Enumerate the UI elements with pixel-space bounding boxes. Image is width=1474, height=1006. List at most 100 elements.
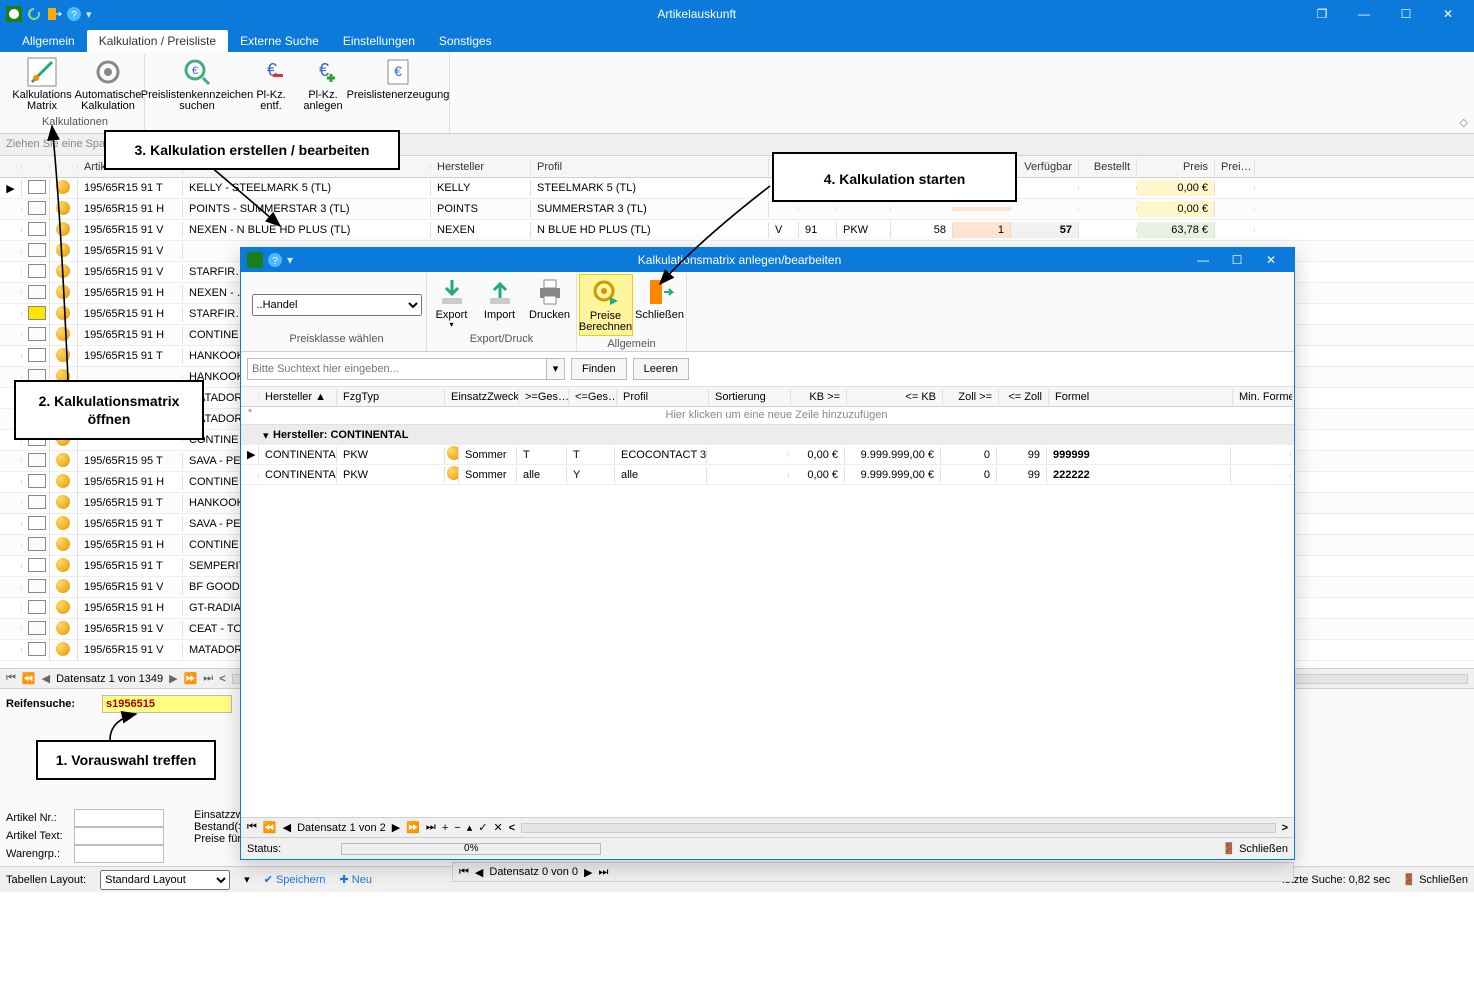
dcol-sortierung[interactable]: Sortierung	[709, 389, 791, 405]
dnav-add-icon[interactable]: +	[442, 822, 448, 834]
dnav-remove-icon[interactable]: −	[454, 822, 460, 834]
reifensuche-input[interactable]	[102, 695, 232, 713]
nav2-next-icon[interactable]: ▶	[584, 866, 592, 879]
table-row[interactable]: ▶195/65R15 91 TKELLY - STEELMARK 5 (TL)K…	[0, 178, 1474, 199]
nav-scroll-left[interactable]: <	[219, 673, 225, 685]
col-preis[interactable]: Preis	[1137, 159, 1215, 175]
export-button[interactable]: Export▾	[429, 274, 475, 331]
nav-last-icon[interactable]: ⏭	[203, 672, 213, 685]
dcol-fzgtyp[interactable]: FzgTyp	[337, 389, 445, 405]
preise-berechnen-button[interactable]: Preise Berechnen	[579, 274, 633, 336]
search-dropdown-icon[interactable]: ▾	[547, 358, 565, 380]
dialog-h-scrollbar[interactable]	[521, 823, 1275, 833]
table-row[interactable]: 195/65R15 91 VNEXEN - N BLUE HD PLUS (TL…	[0, 220, 1474, 241]
help-icon[interactable]: ?	[66, 6, 82, 22]
nav2-first-icon[interactable]: ⏮	[459, 866, 469, 879]
dnav-prev-icon[interactable]: ◀	[283, 821, 291, 834]
col-status[interactable]	[50, 165, 78, 169]
finden-button[interactable]: Finden	[571, 358, 627, 380]
close-button[interactable]: ✕	[1428, 7, 1468, 21]
dnav-scroll-left[interactable]: <	[509, 822, 515, 834]
col-profil[interactable]: Profil	[531, 159, 769, 175]
help-icon[interactable]: ?	[267, 252, 283, 268]
drucken-button[interactable]: Drucken	[525, 274, 575, 331]
tab-sonstiges[interactable]: Sonstiges	[427, 30, 504, 52]
nav-prev-icon[interactable]: ◀	[42, 672, 50, 685]
preislistenkennzeichen-suchen-button[interactable]: € Preislistenkennzeichen suchen	[149, 54, 245, 114]
new-row-hint[interactable]: Hier klicken um eine neue Zeile hinzuzuf…	[259, 407, 1294, 425]
dnav-next-icon[interactable]: ▶	[392, 821, 400, 834]
button-label: Pl-Kz. entf.	[249, 90, 293, 112]
import-button[interactable]: Import	[477, 274, 523, 331]
table-row[interactable]: 195/65R15 91 HPOINTS - SUMMERSTAR 3 (TL)…	[0, 199, 1474, 220]
save-button[interactable]: ✔ Speichern	[264, 873, 326, 886]
restore-icon[interactable]: ❐	[1302, 7, 1342, 21]
dcol-ges-max[interactable]: <=Ges…	[569, 389, 617, 405]
dialog-close-button[interactable]: 🚪 Schließen	[1222, 842, 1288, 855]
table-row[interactable]: CONTINENTALPKWSommeralleYalle0,00 €9.999…	[241, 465, 1294, 485]
dialog-maximize[interactable]: ☐	[1220, 253, 1254, 267]
minimize-button[interactable]: —	[1344, 7, 1384, 21]
nav2-last-icon[interactable]: ⏭	[599, 866, 609, 879]
dcol-ges-min[interactable]: >=Ges…	[519, 389, 569, 405]
artikeltext-input[interactable]	[74, 827, 164, 845]
group-row-hersteller[interactable]: ▾ Hersteller: CONTINENTAL	[241, 425, 1294, 445]
col-preis2[interactable]: Prei…	[1215, 159, 1255, 175]
layout-select[interactable]: Standard Layout	[100, 870, 230, 890]
dcol-zoll-min[interactable]: Zoll >=	[943, 389, 999, 405]
dcol-kb-min[interactable]: KB >=	[791, 389, 847, 405]
dialog-search-input[interactable]	[247, 358, 547, 380]
new-button[interactable]: ✚ Neu	[339, 873, 371, 886]
nav-prevpage-icon[interactable]: ⏪	[22, 672, 36, 685]
tab-externe-suche[interactable]: Externe Suche	[228, 30, 331, 52]
dcol-formel[interactable]: Formel	[1049, 389, 1233, 405]
plkz-entf-button[interactable]: € Pl-Kz. entf.	[247, 54, 295, 114]
dnav-nextpage-icon[interactable]: ⏩	[406, 821, 420, 834]
dialog-close[interactable]: ✕	[1254, 253, 1288, 267]
tab-kalkulation-preisliste[interactable]: Kalkulation / Preisliste	[87, 30, 228, 52]
tab-allgemein[interactable]: Allgemein	[10, 30, 87, 52]
dcol-kb-max[interactable]: <= KB	[847, 389, 943, 405]
col-bestellt[interactable]: Bestellt	[1079, 159, 1137, 175]
col-hersteller[interactable]: Hersteller	[431, 159, 531, 175]
kalkulations-matrix-button[interactable]: Kalkulations Matrix	[10, 54, 74, 114]
dialog-grid-body[interactable]: ▶CONTINENTALPKWSommerTTECOCONTACT 3 …0,0…	[241, 445, 1294, 485]
leeren-button[interactable]: Leeren	[633, 358, 689, 380]
nav-first-icon[interactable]: ⏮	[6, 672, 16, 685]
preislistenerzeugung-button[interactable]: € Preislistenerzeugung	[351, 54, 445, 114]
plkz-anlegen-button[interactable]: € Pl-Kz. anlegen	[297, 54, 349, 114]
dcol-min-formel[interactable]: Min. Formel	[1233, 389, 1293, 405]
dnav-cancel-icon[interactable]: ✕	[493, 821, 502, 834]
refresh-icon[interactable]	[26, 6, 42, 22]
dcol-zoll-max[interactable]: <= Zoll	[999, 389, 1049, 405]
close-button[interactable]: 🚪 Schließen	[1402, 873, 1468, 886]
table-row[interactable]: ▶CONTINENTALPKWSommerTTECOCONTACT 3 …0,0…	[241, 445, 1294, 465]
schliessen-button[interactable]: Schließen	[635, 274, 685, 336]
tab-einstellungen[interactable]: Einstellungen	[331, 30, 427, 52]
col-select[interactable]	[22, 165, 50, 169]
dnav-first-icon[interactable]: ⏮	[247, 821, 257, 834]
nav-nextpage-icon[interactable]: ⏩	[184, 672, 198, 685]
dcol-einsatzzweck[interactable]: EinsatzZweck	[445, 389, 519, 405]
exit-icon[interactable]	[46, 6, 62, 22]
ribbon: Kalkulations Matrix Automatische Kalkula…	[0, 52, 1474, 134]
dcol-hersteller[interactable]: Hersteller ▲	[259, 389, 337, 405]
dnav-edit-icon[interactable]: ▴	[467, 821, 473, 834]
dialog-minimize[interactable]: —	[1186, 253, 1220, 267]
dnav-scroll-right[interactable]: >	[1282, 822, 1288, 834]
warengrp-input[interactable]	[74, 845, 164, 863]
dnav-prevpage-icon[interactable]: ⏪	[263, 821, 277, 834]
dnav-save-icon[interactable]: ✓	[478, 821, 487, 834]
col-verfuegbar[interactable]: Verfügbar	[1011, 159, 1079, 175]
maximize-button[interactable]: ☐	[1386, 7, 1426, 21]
nav-next-icon[interactable]: ▶	[169, 672, 177, 685]
dcol-profil[interactable]: Profil	[617, 389, 709, 405]
ribbon-collapse-icon[interactable]: ◇	[1460, 116, 1468, 129]
layout-dropdown-icon[interactable]: ▾	[244, 873, 250, 886]
collapse-icon[interactable]: ▾	[263, 429, 273, 442]
artikelnr-input[interactable]	[74, 809, 164, 827]
automatische-kalkulation-button[interactable]: Automatische Kalkulation	[76, 54, 140, 114]
nav2-prev-icon[interactable]: ◀	[475, 866, 483, 879]
dnav-last-icon[interactable]: ⏭	[426, 821, 436, 834]
preisklasse-select[interactable]: ..Handel	[252, 294, 422, 316]
